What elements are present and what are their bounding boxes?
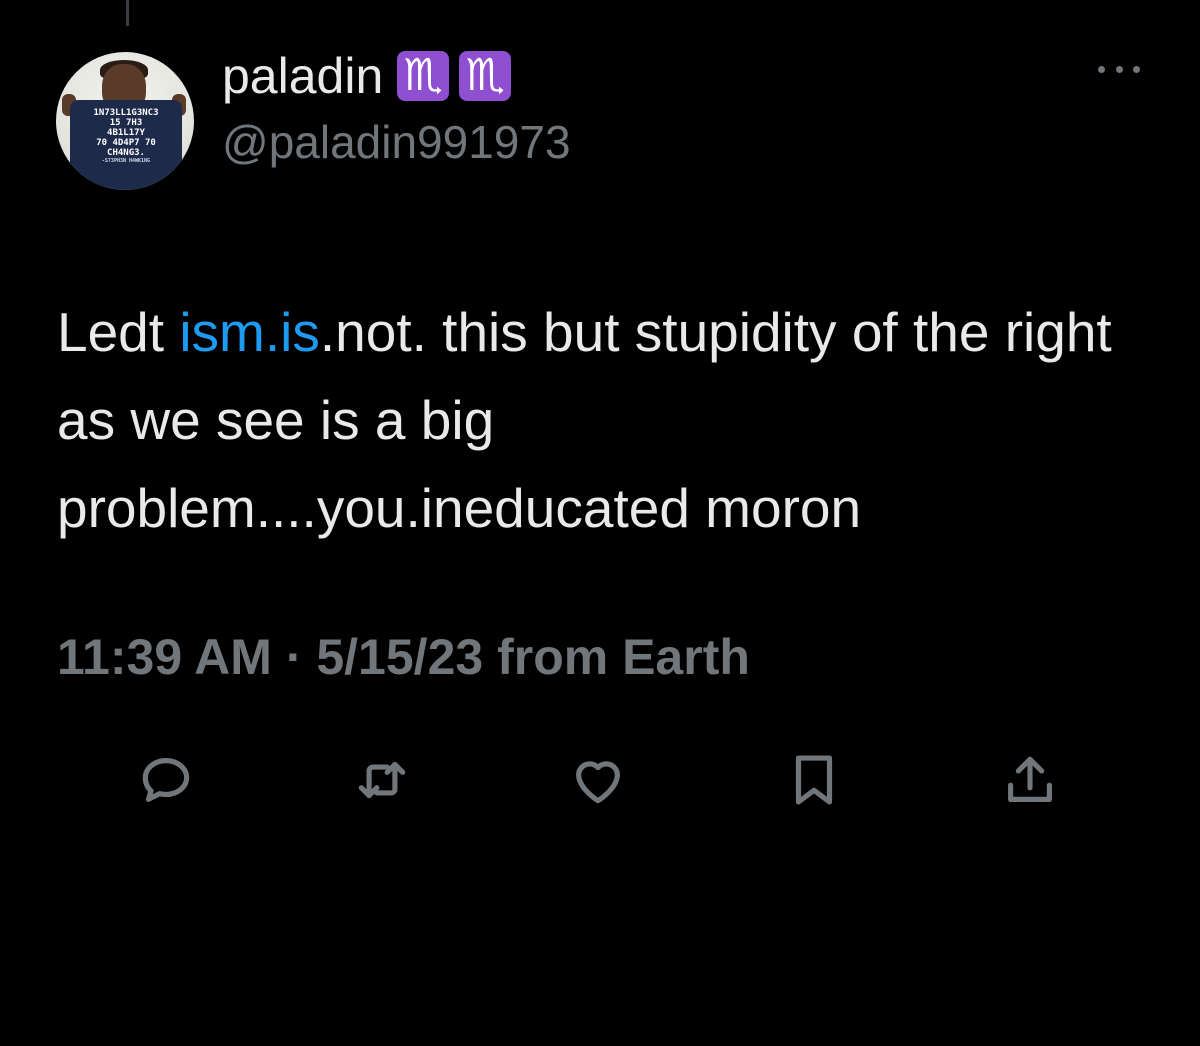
avatar-shirt-line: 4B1L17Y (107, 128, 145, 138)
like-icon (576, 761, 620, 804)
like-button[interactable] (558, 740, 638, 820)
tweet-text: Ledt ism.is.not. this but stupidity of t… (57, 288, 1137, 552)
more-dot (1098, 65, 1105, 73)
thread-connector-line (126, 0, 129, 26)
tweet-time[interactable]: 11:39 AM (57, 629, 272, 685)
more-dot (1115, 65, 1123, 73)
action-bar (0, 740, 1200, 820)
reply-button[interactable] (126, 740, 206, 820)
reply-icon (142, 758, 190, 802)
more-options-icon[interactable] (1094, 54, 1144, 84)
avatar-shirt-line: CH4NG3. (107, 148, 145, 158)
scorpio-emoji-icon: ♏ (459, 51, 512, 101)
more-dot (1133, 65, 1140, 73)
share-button[interactable] (990, 740, 1070, 820)
retweet-icon (358, 761, 406, 799)
avatar-shirt-line: 1N73LL1G3NC3 (93, 108, 159, 118)
author-handle[interactable]: @paladin991973 (222, 112, 571, 172)
avatar-shirt-signature: -S73PH3N H4WK1NG (101, 158, 151, 164)
tweet-metadata: 11:39 AM · 5/15/23 from Earth (57, 622, 750, 692)
avatar[interactable]: 1N73LL1G3NC3 15 7H3 4B1L17Y 70 4D4P7 70 … (56, 52, 194, 190)
avatar-shirt-line: 70 4D4P7 70 (96, 138, 156, 148)
avatar-shirt-line: 15 7H3 (109, 118, 143, 128)
avatar-shirt: 1N73LL1G3NC3 15 7H3 4B1L17Y 70 4D4P7 70 … (70, 100, 182, 190)
scorpio-emoji-icon: ♏ (397, 51, 450, 101)
tweet-date[interactable]: 5/15/23 (316, 629, 483, 685)
author-name-row: paladin ♏ ♏ (222, 46, 512, 106)
retweet-button[interactable] (342, 740, 422, 820)
meta-separator: · (271, 629, 317, 685)
author-display-name[interactable]: paladin (222, 46, 383, 106)
bookmark-button[interactable] (774, 740, 854, 820)
tweet-text-start: Ledt (57, 301, 180, 363)
tweet-source: from Earth (483, 629, 750, 685)
tweet-link[interactable]: ism.is (179, 301, 320, 363)
bookmark-icon (795, 755, 833, 805)
share-icon (1008, 756, 1052, 802)
